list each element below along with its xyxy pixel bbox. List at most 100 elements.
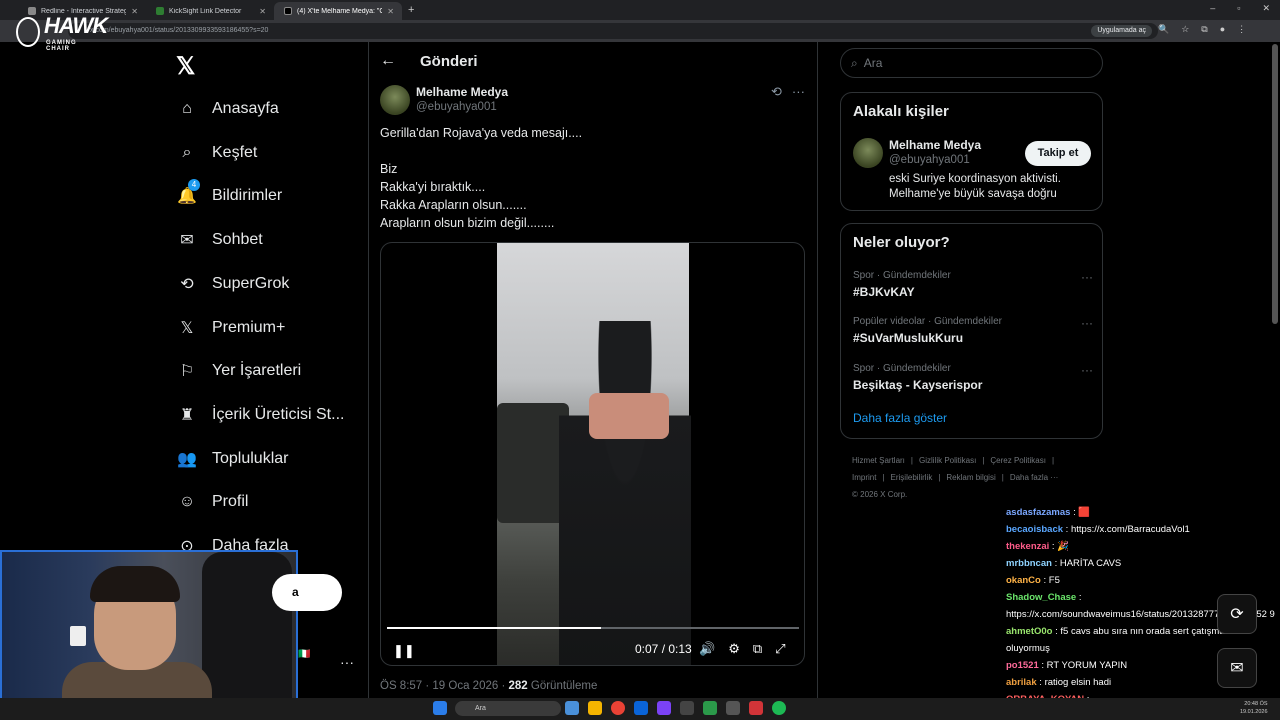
nav-item-label: SuperGrok — [212, 274, 290, 292]
maximize-icon[interactable]: ▫ — [1237, 3, 1240, 14]
related-name[interactable]: Melhame Medya — [889, 138, 981, 152]
search-input[interactable]: ⌕ Ara — [840, 48, 1103, 78]
mail-icon: ✉ — [180, 232, 194, 250]
spotify-icon[interactable] — [772, 701, 786, 715]
pause-icon[interactable]: ❚❚ — [393, 643, 415, 658]
nav-item[interactable]: 👥 Topluluklar — [176, 448, 288, 470]
related-people-card: Alakalı kişiler Melhame Medya @ebuyahya0… — [840, 92, 1103, 211]
x-logo-icon[interactable]: 𝕏 — [176, 52, 200, 80]
nav-item[interactable]: ♜ İçerik Üreticisi St... — [176, 404, 345, 426]
trend-more-icon[interactable]: ··· — [1081, 316, 1093, 330]
back-arrow-icon[interactable]: ← — [380, 52, 396, 70]
app-icon[interactable] — [634, 701, 648, 715]
footer-link[interactable]: Imprint — [852, 473, 876, 482]
page-title: Gönderi — [420, 52, 478, 70]
picture-in-picture-icon[interactable]: ⧉ — [753, 641, 762, 657]
tab-close-icon[interactable]: ✕ — [131, 7, 138, 16]
footer-link[interactable]: Daha fazla ··· — [1010, 473, 1058, 482]
grok-icon[interactable]: ⟲ — [771, 84, 782, 100]
nav-item-label: Keşfet — [212, 143, 258, 161]
nav-item[interactable]: ⌕ Keşfet — [176, 142, 258, 164]
open-in-app-button[interactable]: Uygulamada aç — [1091, 25, 1152, 37]
post-text-line: Arapların olsun bizim değil........ — [380, 216, 555, 230]
app-icon[interactable] — [680, 701, 694, 715]
messages-overlay-icon[interactable]: ✉ — [1217, 648, 1257, 688]
trend-item[interactable]: Spor · Gündemdekiler #BJKvKAY ··· — [853, 270, 1093, 299]
flag-icon: 🇮🇹 — [298, 649, 311, 660]
extensions-icon[interactable]: ⧉ — [1201, 24, 1207, 35]
grok-icon: ⟲ — [180, 275, 194, 293]
nav-item[interactable]: ⚐ Yer İşaretleri — [176, 360, 301, 382]
new-tab-icon[interactable]: + — [408, 4, 414, 16]
chat-text: https://x.com/BarracudaVol1 — [1070, 524, 1190, 535]
minimize-icon[interactable]: – — [1210, 3, 1215, 14]
profile-avatar-icon[interactable]: ● — [1220, 24, 1225, 35]
footer-link[interactable]: Çerez Politikası — [990, 456, 1046, 465]
browser-tab-active[interactable]: (4) X'te Melhame Medya: "G ✕ — [274, 2, 402, 20]
post-text-line: Gerilla'dan Rojava'ya veda mesajı.... — [380, 126, 583, 140]
chrome-icon[interactable] — [611, 701, 625, 715]
webcam-hair — [90, 566, 180, 602]
app-icon[interactable] — [565, 701, 579, 715]
related-bio: Melhame'ye büyük savaşa doğru — [889, 188, 1057, 200]
related-avatar[interactable] — [853, 138, 883, 168]
footer-link[interactable]: Erişilebilirlik — [891, 473, 933, 482]
zoom-icon[interactable]: 🔍 — [1158, 24, 1169, 35]
author-avatar[interactable] — [380, 85, 410, 115]
fullscreen-icon[interactable]: ⤢ — [775, 641, 785, 657]
account-more-icon[interactable]: ··· — [340, 654, 354, 670]
trend-item[interactable]: Spor · Gündemdekiler Beşiktaş - Kayseris… — [853, 363, 1093, 392]
author-name[interactable]: Melhame Medya — [416, 85, 508, 99]
notification-badge: 4 — [188, 179, 200, 192]
follow-button[interactable]: Takip et — [1025, 141, 1091, 166]
close-window-icon[interactable]: ✕ — [1262, 3, 1270, 14]
post-text-line: Rakka Arapların olsun....... — [380, 198, 527, 212]
app-icon[interactable] — [726, 701, 740, 715]
chat-username: becaoisback — [1006, 524, 1064, 535]
app-icon[interactable] — [657, 701, 671, 715]
app-icon[interactable] — [749, 701, 763, 715]
start-icon[interactable] — [433, 701, 447, 715]
app-icon[interactable] — [588, 701, 602, 715]
more-options-icon[interactable]: ··· — [792, 84, 805, 100]
chat-text: 🎉 — [1057, 541, 1070, 552]
author-handle[interactable]: @ebuyahya001 — [416, 101, 497, 113]
nav-item[interactable]: ✉ Sohbet — [176, 229, 262, 251]
url-field[interactable]: x.com/ebuyahya001/status/201330993359318… — [68, 23, 1158, 39]
star-icon[interactable]: ☆ — [1181, 24, 1189, 35]
taskbar-search[interactable]: Ara — [455, 701, 561, 716]
chat-text: RT YORUM YAPIN — [1046, 660, 1128, 671]
chat-text: 🟥 — [1078, 507, 1091, 518]
nav-item[interactable]: 𝕏 Premium+ — [176, 317, 286, 339]
settings-icon[interactable]: ⚙ — [728, 641, 740, 657]
app-icon[interactable] — [703, 701, 717, 715]
tab-close-icon[interactable]: ✕ — [259, 7, 266, 16]
trend-more-icon[interactable]: ··· — [1081, 270, 1093, 284]
footer-link[interactable]: Hizmet Şartları — [852, 456, 905, 465]
trend-item[interactable]: Popüler videolar · Gündemdekiler #SuVarM… — [853, 316, 1093, 345]
browser-tab[interactable]: KickSight Link Detector ✕ — [146, 2, 274, 20]
volume-icon[interactable]: 🔊 — [699, 641, 715, 657]
refresh-overlay-icon[interactable]: ⟳ — [1217, 594, 1257, 634]
show-more-link[interactable]: Daha fazla göster — [853, 411, 947, 425]
related-handle[interactable]: @ebuyahya001 — [889, 154, 970, 166]
footer-link[interactable]: Gizlilik Politikası — [919, 456, 976, 465]
tab-title: (4) X'te Melhame Medya: "G — [297, 7, 383, 15]
page-scrollbar[interactable] — [1272, 44, 1278, 324]
nav-item[interactable]: ⟲ SuperGrok — [176, 273, 289, 295]
tab-close-icon[interactable]: ✕ — [387, 7, 394, 16]
menu-icon[interactable]: ⋮ — [1237, 24, 1246, 35]
taskbar-apps — [565, 701, 786, 715]
chat-username: asdasfazamas — [1006, 507, 1071, 518]
nav-item[interactable]: 🔔 4 Bildirimler — [176, 179, 282, 207]
nav-item[interactable]: ⌂ Anasayfa — [176, 98, 279, 120]
post-button[interactable]: a — [272, 574, 342, 611]
video-player[interactable]: ❚❚ 0:07 / 0:13 🔊 ⚙ ⧉ ⤢ — [380, 242, 805, 666]
taskbar-clock[interactable]: 20:48 ÖS 19.01.2026 — [1240, 700, 1268, 716]
footer-link[interactable]: Reklam bilgisi — [946, 473, 995, 482]
video-face — [589, 393, 669, 439]
nav-item[interactable]: ☺ Profil — [176, 491, 249, 513]
trend-more-icon[interactable]: ··· — [1081, 363, 1093, 377]
footer-sep: | — [982, 456, 985, 465]
post-timestamp[interactable]: ÖS 8:57 · 19 Oca 2026 · — [380, 680, 509, 692]
